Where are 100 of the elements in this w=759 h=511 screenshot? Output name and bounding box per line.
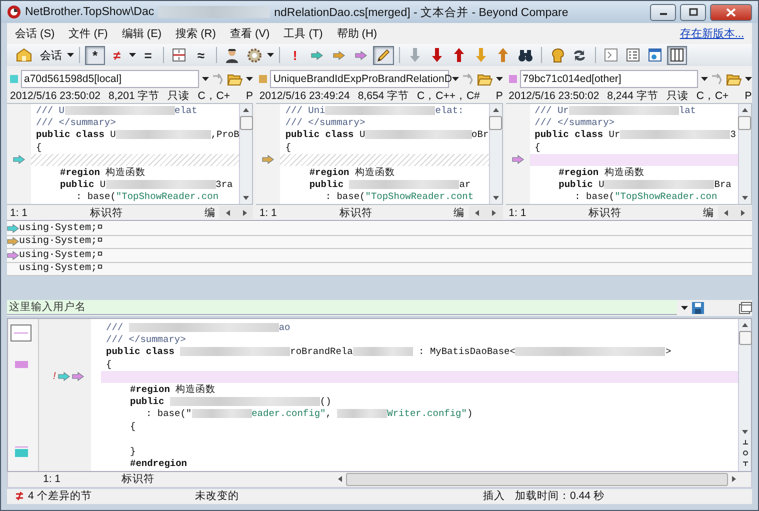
folder-icon[interactable] bbox=[726, 72, 742, 86]
toolbar-button[interactable] bbox=[667, 46, 687, 64]
menu-item[interactable]: 帮助 (H) bbox=[336, 26, 378, 41]
code-text: { bbox=[534, 142, 540, 153]
swap-arrow-icon bbox=[212, 73, 224, 85]
scrollbar-thumb[interactable] bbox=[738, 116, 752, 130]
toolbar-button[interactable]: ≈ bbox=[191, 46, 211, 64]
toolbar-button[interactable]: ≠ bbox=[107, 46, 127, 64]
dropdown-arrow-icon bbox=[700, 77, 708, 81]
code-text: { bbox=[130, 420, 136, 432]
vertical-scrollbar[interactable] bbox=[738, 104, 751, 204]
file-path-combobox[interactable]: UniqueBrandIdExpProBrandRelationD bbox=[270, 70, 449, 88]
scroll-left-icon[interactable] bbox=[224, 210, 231, 216]
minimize-button[interactable] bbox=[650, 4, 676, 20]
scroll-left-icon[interactable] bbox=[337, 476, 343, 482]
code-keyword: public bbox=[558, 179, 594, 190]
edit-mode-label: 编 bbox=[702, 206, 715, 220]
toolbar-button[interactable]: ! bbox=[285, 46, 305, 64]
session-button[interactable]: 会话 bbox=[37, 46, 65, 64]
cursor-position: 1: 1 bbox=[508, 206, 528, 218]
menu-item[interactable]: 文件 (F) bbox=[68, 26, 108, 41]
toolbar-button[interactable] bbox=[373, 46, 394, 64]
maximize-button[interactable] bbox=[680, 4, 706, 20]
horizontal-scrollbar[interactable] bbox=[219, 206, 254, 219]
scroll-left-icon[interactable] bbox=[723, 210, 730, 216]
horizontal-scrollbar[interactable] bbox=[337, 472, 737, 486]
line-preview-text: using·System;¤ bbox=[19, 250, 104, 261]
code-text: 构造函数 bbox=[106, 166, 146, 179]
code-string: "TopShowReader.con bbox=[116, 191, 219, 202]
close-button[interactable] bbox=[710, 4, 752, 20]
folder-icon[interactable] bbox=[476, 72, 493, 86]
code-text: ) bbox=[466, 408, 473, 420]
syntax-label: 标识符 bbox=[121, 472, 156, 486]
dropdown-arrow-icon bbox=[744, 77, 752, 81]
folder-icon[interactable] bbox=[227, 72, 244, 86]
code-comment: /// </summary> bbox=[106, 334, 186, 346]
window-icon[interactable] bbox=[739, 302, 752, 314]
scroll-left-icon[interactable] bbox=[474, 210, 480, 216]
toolbar-button[interactable]: = bbox=[138, 46, 158, 64]
code-text: : MyBatisDaoBase< bbox=[418, 346, 516, 358]
scroll-up-icon[interactable] bbox=[243, 107, 250, 113]
file-info-text: 8,244 字节 bbox=[607, 89, 658, 103]
username-field[interactable]: 这里输入用户名 bbox=[7, 300, 677, 316]
horizontal-scrollbar[interactable] bbox=[468, 206, 503, 219]
code-text: U bbox=[100, 179, 106, 190]
file-path-combobox[interactable]: 79bc71c014ed[other] bbox=[520, 70, 698, 88]
toolbar-button[interactable]: * bbox=[85, 46, 105, 64]
code-editor[interactable]: /// ao /// </summary> public class roBrandRela : MyBatisDaoBase< > { #region 构造函数 public () : base(" eader.config", Writer.config") { } #endregion bbox=[91, 318, 738, 471]
scroll-down-icon[interactable] bbox=[243, 195, 250, 201]
dropdown-arrow-icon bbox=[202, 77, 210, 81]
scroll-up-icon[interactable] bbox=[742, 322, 748, 328]
scroll-right-icon[interactable] bbox=[491, 210, 498, 216]
save-icon[interactable] bbox=[692, 302, 704, 314]
file-path-combobox[interactable]: a70d561598d5[local] bbox=[21, 70, 200, 88]
line-preview-text: using·System;¤ bbox=[19, 263, 104, 274]
navigation-icon[interactable] bbox=[742, 438, 748, 468]
scrollbar-thumb[interactable] bbox=[489, 116, 502, 130]
scroll-right-icon[interactable] bbox=[242, 210, 248, 216]
swap-icon bbox=[572, 48, 587, 62]
scroll-up-icon[interactable] bbox=[492, 107, 499, 113]
code-text: { bbox=[106, 358, 112, 370]
file-info-text: 只读 bbox=[666, 89, 688, 103]
code-text: : base(" bbox=[146, 408, 192, 420]
vertical-scrollbar[interactable] bbox=[738, 318, 751, 471]
scroll-right-icon[interactable] bbox=[740, 210, 746, 216]
scroll-down-icon[interactable] bbox=[742, 195, 748, 201]
file-info-text: 2012/5/16 23:50:02 bbox=[10, 90, 101, 102]
code-text: U bbox=[598, 179, 604, 190]
dropdown-arrow-icon bbox=[496, 77, 503, 81]
vertical-scrollbar[interactable] bbox=[239, 104, 252, 204]
menu-item[interactable]: 会话 (S) bbox=[15, 26, 55, 41]
code-keyword: public bbox=[60, 179, 96, 190]
code-text: ,ProB bbox=[210, 129, 240, 140]
redacted-text-block bbox=[192, 409, 252, 418]
file-info-text: 2012/5/16 23:50:02 bbox=[508, 90, 600, 102]
code-comment: /// </summary> bbox=[285, 117, 366, 128]
code-text: Ur bbox=[608, 129, 620, 140]
code-keyword: public class bbox=[285, 129, 355, 140]
pencil-icon bbox=[376, 48, 391, 62]
code-string: Writer.config" bbox=[387, 408, 467, 420]
code-text: () bbox=[320, 396, 332, 407]
menu-item[interactable]: 工具 (T) bbox=[284, 26, 323, 41]
scrollbar-thumb[interactable] bbox=[738, 330, 752, 345]
scrollbar-thumb[interactable] bbox=[240, 116, 253, 130]
update-link[interactable]: 存在新版本... bbox=[680, 26, 744, 41]
scroll-down-icon[interactable] bbox=[492, 195, 499, 201]
code-comment: ao bbox=[278, 322, 290, 333]
scroll-up-icon[interactable] bbox=[742, 107, 748, 113]
code-text: 构造函数 bbox=[354, 166, 395, 179]
menu-item[interactable]: 搜索 (R) bbox=[176, 26, 216, 41]
close-icon bbox=[726, 8, 736, 16]
horizontal-scrollbar[interactable] bbox=[718, 206, 752, 219]
code-comment: /// U bbox=[36, 104, 65, 116]
menu-item[interactable]: 编辑 (E) bbox=[122, 26, 162, 41]
scroll-down-icon[interactable] bbox=[742, 428, 748, 435]
vertical-scrollbar[interactable] bbox=[488, 104, 502, 204]
scroll-right-icon[interactable] bbox=[731, 476, 737, 482]
menu-item[interactable]: 查看 (V) bbox=[230, 26, 270, 41]
code-text: } bbox=[130, 446, 136, 457]
person-icon bbox=[225, 48, 239, 62]
